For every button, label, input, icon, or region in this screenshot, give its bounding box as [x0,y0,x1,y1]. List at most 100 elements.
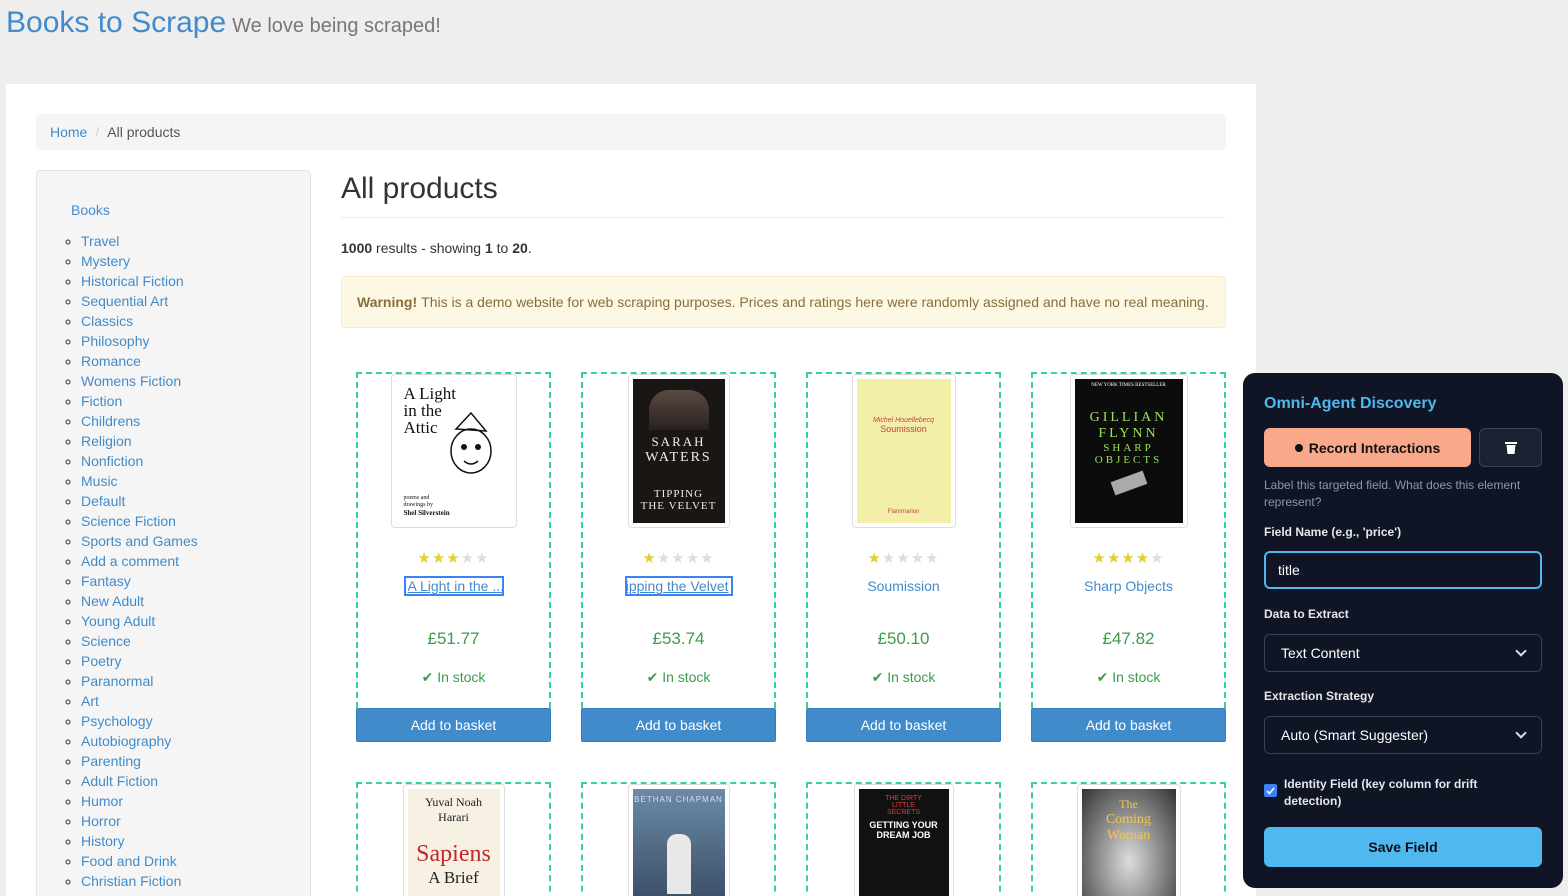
identity-field-checkbox[interactable] [1264,784,1277,797]
product-title-link[interactable]: Tipping the Velvet [581,576,776,596]
category-root-books[interactable]: Books [71,202,110,218]
product-thumbnail[interactable]: Yuval Noah Harari Sapiens A Brief [402,784,505,896]
category-item[interactable]: Science Fiction [81,512,198,532]
product-title-text[interactable]: Tipping the Velvet [624,576,733,596]
add-to-basket-button[interactable]: Add to basket [581,708,776,742]
category-item[interactable]: New Adult [81,592,198,612]
category-item[interactable]: Horror [81,812,198,832]
record-interactions-button[interactable]: Record Interactions [1264,428,1471,467]
warning-text: This is a demo website for web scraping … [421,294,1209,310]
book-cover-image: Yuval Noah Harari Sapiens A Brief [407,789,500,896]
category-item[interactable]: Sports and Games [81,532,198,552]
product-thumbnail[interactable]: Michel Houellebecq Soumission Flammarion [851,374,956,528]
category-item[interactable]: Romance [81,352,198,372]
checkmark-icon [1266,786,1275,795]
category-item[interactable]: Christian Fiction [81,872,198,892]
category-item[interactable]: Art [81,692,198,712]
product-thumbnail[interactable]: The Coming Woman [1076,784,1181,896]
cover-text: GILLIAN [1089,410,1168,425]
panel-title: Omni-Agent Discovery [1264,395,1437,412]
product-title-link[interactable]: Sharp Objects [1031,578,1226,594]
data-to-extract-label: Data to Extract [1264,607,1349,621]
category-item[interactable]: Religion [81,432,198,452]
category-item[interactable]: History [81,832,198,852]
category-item[interactable]: Mystery [81,252,198,272]
stock-label: In stock [887,669,936,685]
data-to-extract-select[interactable]: Text Content [1264,634,1542,672]
star-icon: ★ [656,550,672,567]
category-item[interactable]: Humor [81,792,198,812]
cover-illustration [1110,470,1147,496]
cover-text: GETTING YOUR [869,820,938,830]
record-dot-icon [1294,443,1303,452]
add-to-basket-button[interactable]: Add to basket [806,708,1001,742]
category-item[interactable]: Childrens [81,412,198,432]
category-item[interactable]: Science [81,632,198,652]
category-item[interactable]: Fantasy [81,572,198,592]
category-sidebar: Books TravelMysteryHistorical FictionSeq… [36,170,311,896]
cover-text: SARAH [651,434,706,449]
star-icon: ★ [1106,550,1122,567]
product-title-text[interactable]: Sharp Objects [1084,578,1173,594]
category-item[interactable]: Classics [81,312,198,332]
cover-text: Shel Silverstein [403,509,450,517]
category-item[interactable]: Parenting [81,752,198,772]
category-item[interactable]: Womens Fiction [81,372,198,392]
star-icon: ★ [1121,550,1136,567]
product-price: £53.74 [652,629,705,648]
chevron-down-icon [1515,645,1527,657]
category-item[interactable]: Nonfiction [81,452,198,472]
category-item[interactable]: Music [81,472,198,492]
extraction-strategy-select[interactable]: Auto (Smart Suggester) [1264,716,1542,754]
category-item[interactable]: Psychology [81,712,198,732]
category-item[interactable]: Young Adult [81,612,198,632]
category-item[interactable]: Autobiography [81,732,198,752]
category-item[interactable]: Paranormal [81,672,198,692]
cover-text: Yuval Noah [425,795,482,809]
cover-text: A Light [403,384,456,403]
cover-text: Coming [1105,812,1152,827]
delete-button[interactable] [1479,428,1542,467]
category-item[interactable]: Philosophy [81,332,198,352]
product-thumbnail[interactable]: A Light in the Attic poems and drawings … [390,374,517,528]
results-from: 1 [484,240,493,256]
cover-text: THE VELVET [640,500,717,512]
add-to-basket-button[interactable]: Add to basket [356,708,551,742]
field-name-input[interactable]: title [1264,551,1542,589]
category-item[interactable]: Add a comment [81,552,198,572]
category-item[interactable]: Sequential Art [81,292,198,312]
page-title: All products [341,172,1226,218]
brand-link[interactable]: Books to Scrape [6,6,226,40]
add-to-basket-button[interactable]: Add to basket [1031,708,1226,742]
product-title-text[interactable]: Soumission [867,578,939,594]
extraction-strategy-value: Auto (Smart Suggester) [1281,727,1429,743]
category-item[interactable]: Adult Fiction [81,772,198,792]
panel-hint: Label this targeted field. What does thi… [1264,478,1521,509]
product-thumbnail[interactable]: SARAH WATERS TIPPING THE VELVET [627,374,730,528]
product-title-text[interactable]: A Light in the ... [403,576,504,596]
category-item[interactable]: Fiction [81,392,198,412]
star-icon: ★ [431,550,447,567]
category-item[interactable]: Travel [81,232,198,252]
save-field-button[interactable]: Save Field [1264,827,1542,867]
cover-text: Sapiens [416,841,491,867]
main-content: All products 1000 results - showing 1 to… [341,170,1226,896]
product-price: £47.82 [1102,629,1155,648]
breadcrumb-home[interactable]: Home [50,124,87,140]
product-title-link[interactable]: Soumission [806,578,1001,594]
star-icon: ★ [1150,550,1165,567]
availability: ✔ In stock [806,669,1001,686]
star-icon: ★ [460,550,476,567]
category-item[interactable]: Food and Drink [81,852,198,872]
cover-text: DREAM JOB [876,830,931,840]
book-cover-image: THE DIRTY LITTLE SECRETS GETTING YOUR DR… [858,789,949,896]
check-icon: ✔ [421,669,434,685]
category-item[interactable]: Default [81,492,198,512]
product-title-link[interactable]: A Light in the ... [356,576,551,596]
category-item[interactable]: Historical Fiction [81,272,198,292]
category-list: TravelMysteryHistorical FictionSequentia… [81,232,198,892]
category-item[interactable]: Poetry [81,652,198,672]
product-thumbnail[interactable]: THE DIRTY LITTLE SECRETS GETTING YOUR DR… [853,784,954,896]
product-thumbnail[interactable]: BETHAN CHAPMAN [627,784,730,896]
product-thumbnail[interactable]: NEW YORK TIMES BESTSELLER GILLIAN FLYNN … [1069,374,1188,528]
